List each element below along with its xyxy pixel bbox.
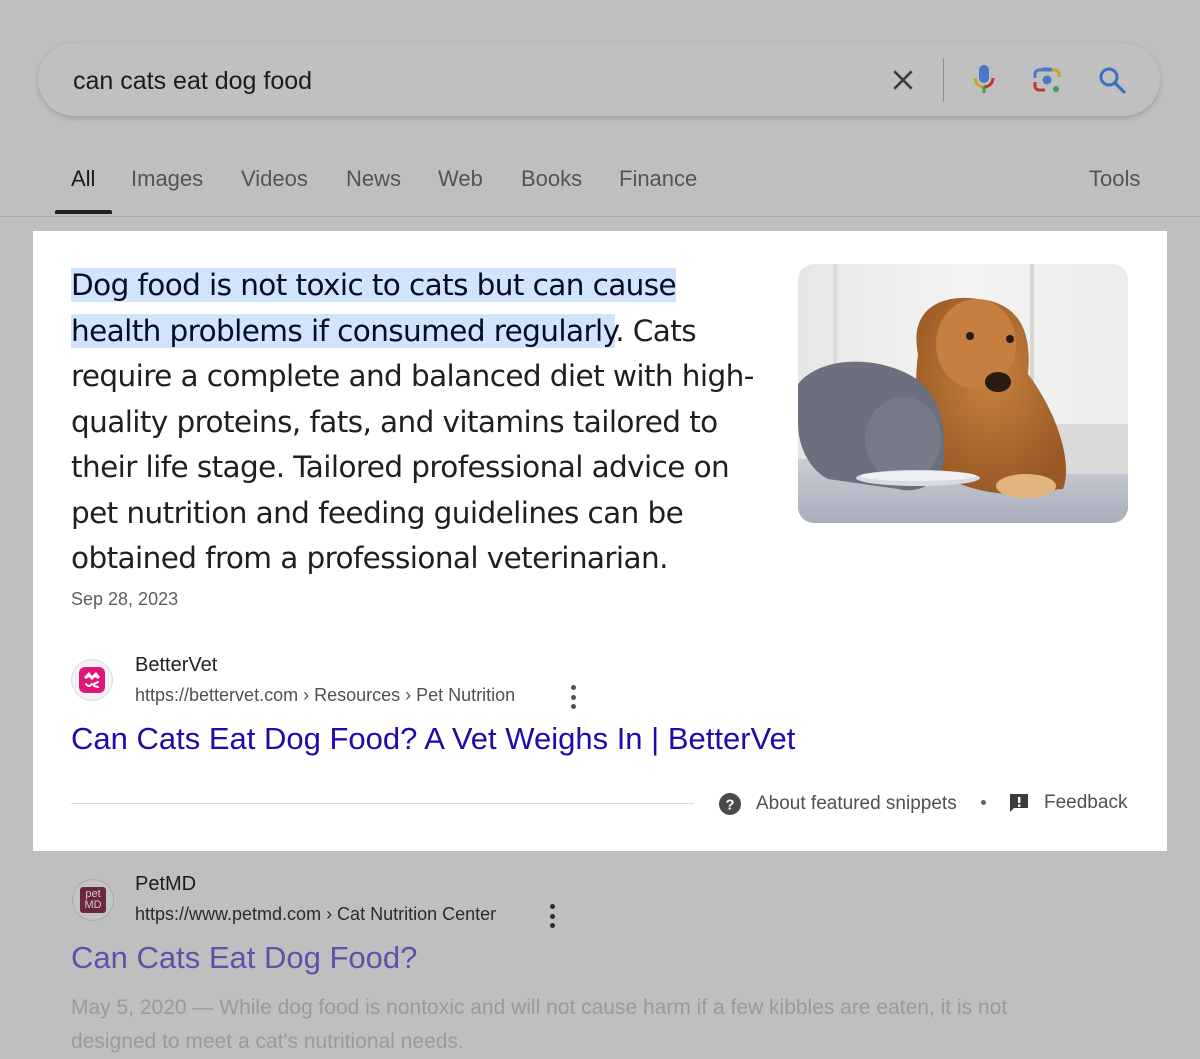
- tab-finance[interactable]: Finance: [619, 166, 697, 192]
- search-bar[interactable]: can cats eat dog food: [38, 43, 1160, 116]
- snippet-body: . Cats require a complete and balanced d…: [71, 313, 754, 576]
- about-featured-snippets-label: About featured snippets: [756, 793, 957, 814]
- camera-lens-icon[interactable]: [1030, 63, 1064, 97]
- search-input[interactable]: can cats eat dog food: [73, 67, 312, 96]
- featured-snippet: Dog food is not toxic to cats but can ca…: [33, 231, 1167, 851]
- tab-web[interactable]: Web: [438, 166, 483, 192]
- more-options-icon[interactable]: [548, 904, 556, 928]
- about-featured-snippets-button[interactable]: ? About featured snippets: [718, 792, 957, 816]
- snippet-highlight: Dog food is not toxic to cats but can ca…: [71, 268, 677, 348]
- search-tabs: All Images Videos News Web Books Finance…: [0, 160, 1200, 217]
- result-snippet: May 5, 2020 — While dog food is nontoxic…: [71, 991, 1051, 1059]
- microphone-icon[interactable]: [967, 63, 1001, 97]
- svg-text:?: ?: [725, 797, 734, 814]
- tools-button[interactable]: Tools: [1089, 166, 1140, 192]
- snippet-answer: Dog food is not toxic to cats but can ca…: [71, 263, 771, 582]
- tab-images[interactable]: Images: [131, 166, 203, 192]
- result-date: May 5, 2020: [71, 996, 187, 1019]
- feedback-icon: [1010, 794, 1028, 812]
- result-link[interactable]: Can Cats Eat Dog Food?: [71, 940, 417, 976]
- snippet-divider: [71, 803, 694, 804]
- help-icon: ?: [719, 793, 741, 815]
- tab-all[interactable]: All: [71, 166, 95, 192]
- bettervet-favicon[interactable]: [71, 659, 113, 701]
- search-icon[interactable]: [1095, 63, 1129, 97]
- result-snippet-text: — While dog food is nontoxic and will no…: [71, 996, 1008, 1053]
- tab-books[interactable]: Books: [521, 166, 582, 192]
- active-tab-indicator: [55, 210, 112, 214]
- tab-videos[interactable]: Videos: [241, 166, 308, 192]
- petmd-favicon[interactable]: pet MD: [72, 879, 114, 921]
- source-url[interactable]: https://bettervet.com › Resources › Pet …: [135, 685, 515, 706]
- close-icon[interactable]: [886, 63, 920, 97]
- snippet-date: Sep 28, 2023: [71, 589, 179, 609]
- search-divider: [943, 58, 944, 102]
- feedback-label: Feedback: [1044, 792, 1128, 813]
- more-options-icon[interactable]: [569, 685, 577, 709]
- search-result: pet MD PetMD https://www.petmd.com › Cat…: [0, 851, 1200, 1057]
- featured-result-link[interactable]: Can Cats Eat Dog Food? A Vet Weighs In |…: [71, 721, 795, 757]
- feedback-button[interactable]: Feedback: [1008, 792, 1127, 814]
- tab-news[interactable]: News: [346, 166, 401, 192]
- source-url[interactable]: https://www.petmd.com › Cat Nutrition Ce…: [135, 904, 496, 925]
- separator-dot: [981, 800, 986, 805]
- snippet-image[interactable]: [798, 264, 1128, 523]
- petmd-favicon-bottom: MD: [84, 899, 102, 911]
- source-name[interactable]: BetterVet: [135, 654, 217, 677]
- source-name[interactable]: PetMD: [135, 873, 196, 896]
